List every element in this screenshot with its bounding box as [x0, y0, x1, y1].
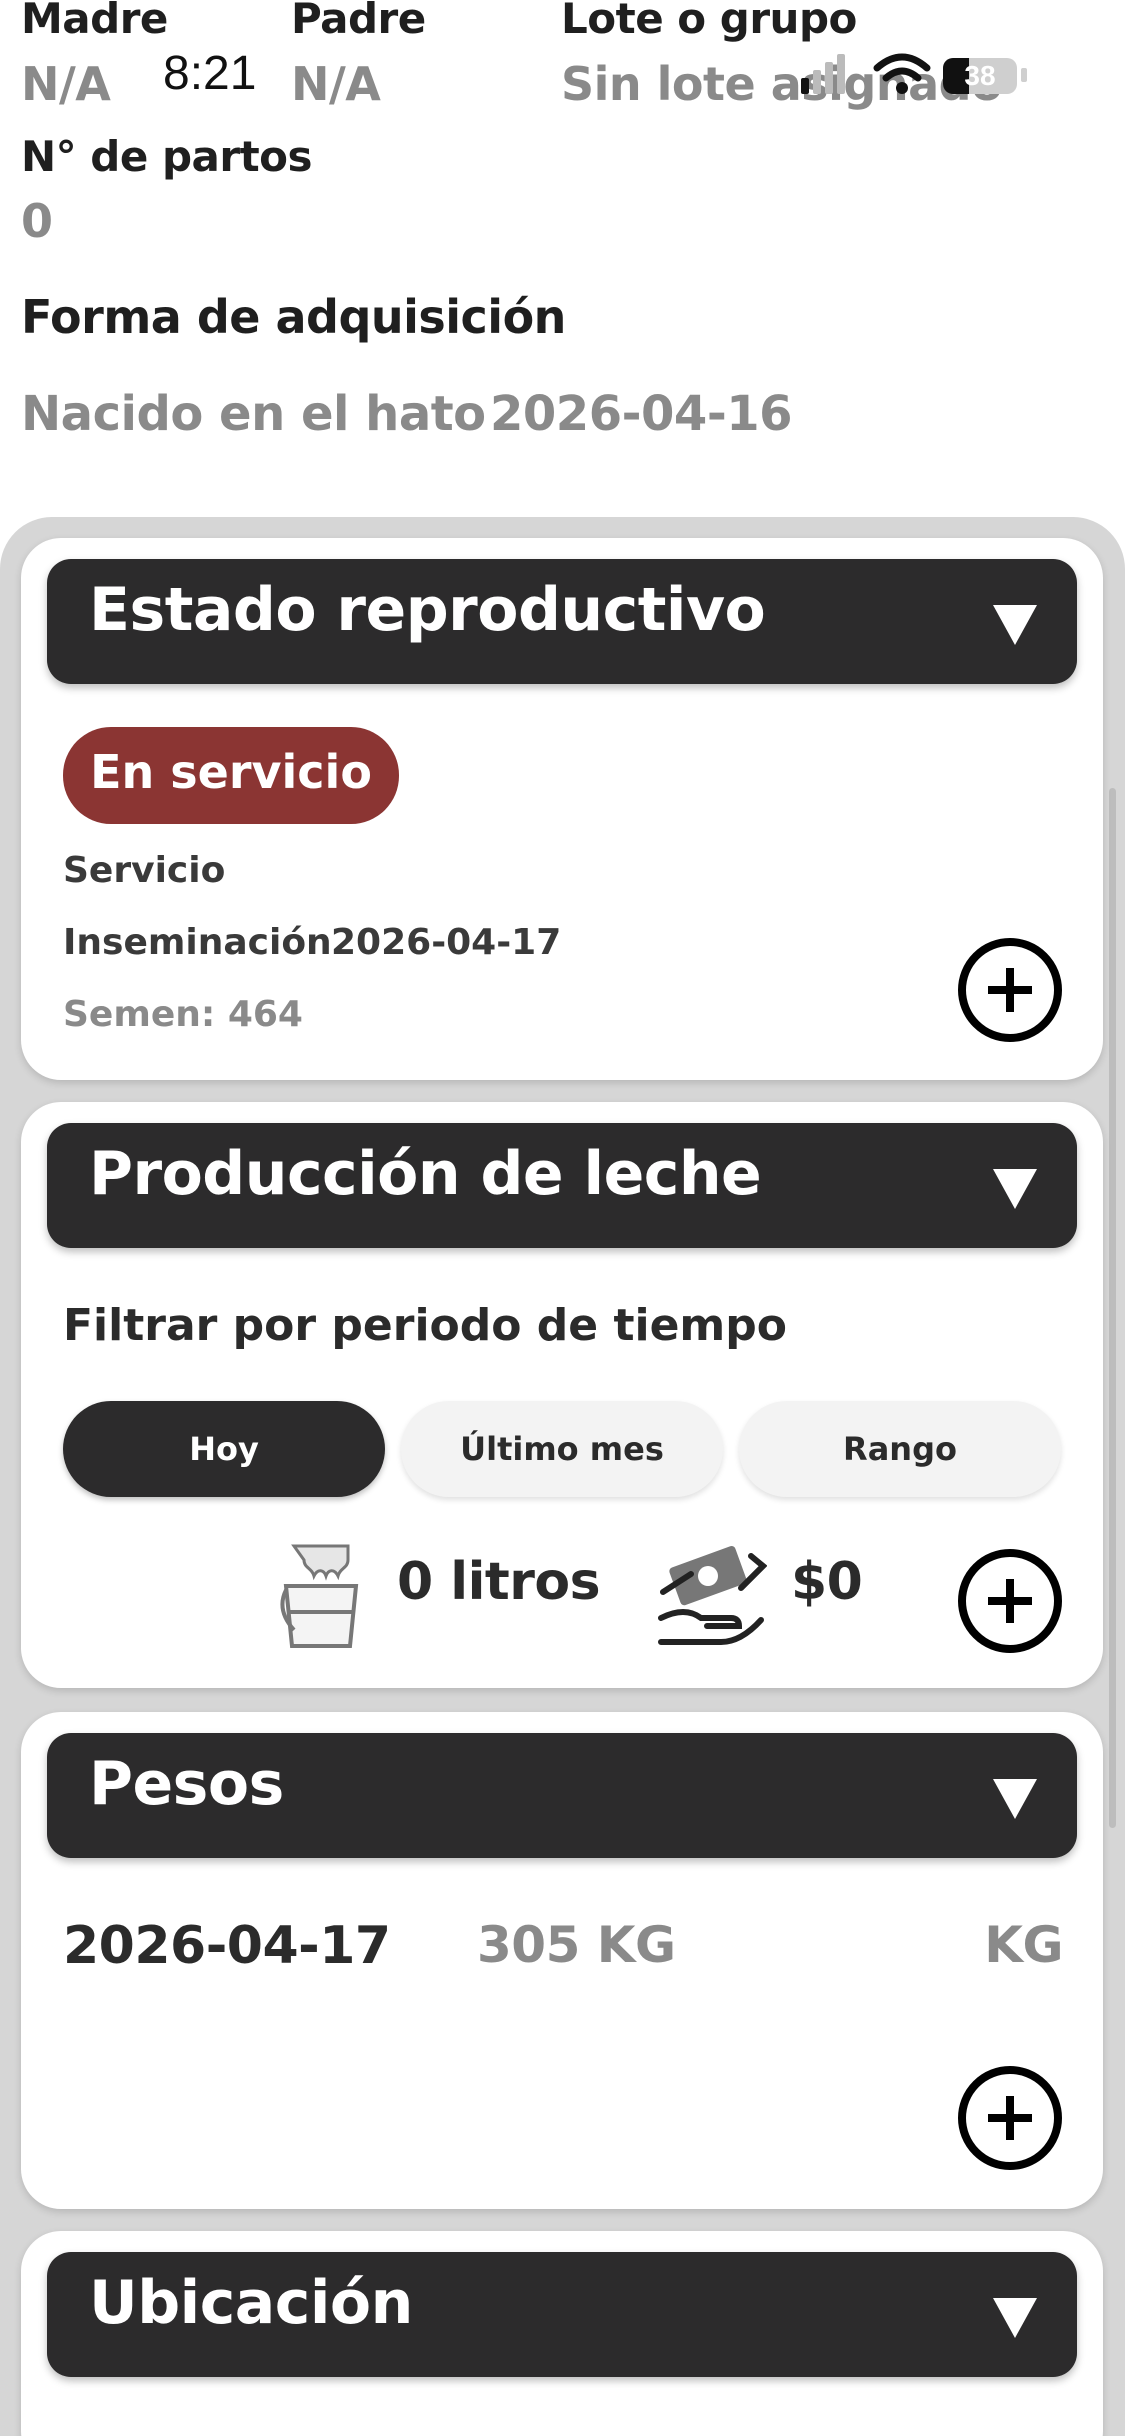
milk-money: $0: [791, 1552, 863, 1612]
milk-header[interactable]: Producción de leche: [47, 1123, 1077, 1248]
chevron-down-icon[interactable]: [993, 605, 1037, 645]
milk-card: Producción de leche Filtrar por periodo …: [21, 1102, 1103, 1688]
status-badge: En servicio: [63, 727, 399, 824]
madre-label: Madre: [21, 0, 168, 43]
chevron-down-icon[interactable]: [993, 2298, 1037, 2338]
adquisicion-value: Nacido en el hato: [21, 386, 486, 442]
add-service-button[interactable]: [958, 938, 1062, 1042]
weights-header[interactable]: Pesos: [47, 1733, 1077, 1858]
milk-bucket-icon: [280, 1544, 359, 1648]
madre-value: N/A: [21, 57, 111, 111]
battery-level: 38: [964, 60, 996, 91]
wifi-icon: [873, 53, 931, 94]
partos-value: 0: [21, 194, 53, 248]
weight-date: 2026-04-17: [63, 1916, 391, 1976]
filter-range-button[interactable]: Rango: [739, 1401, 1061, 1497]
status-icons: 38: [795, 52, 1035, 102]
add-weight-button[interactable]: [958, 2066, 1062, 2170]
reproductive-header[interactable]: Estado reproductivo: [47, 559, 1077, 684]
chevron-down-icon[interactable]: [993, 1779, 1037, 1819]
service-label: Servicio: [63, 850, 226, 891]
milk-liters: 0 litros: [397, 1552, 601, 1612]
money-hand-icon: [658, 1546, 767, 1645]
semen-text: Semen: 464: [63, 994, 303, 1035]
filter-last-month-button[interactable]: Último mes: [401, 1401, 723, 1497]
adquisicion-label: Forma de adquisición: [21, 290, 566, 344]
filter-label: Filtrar por periodo de tiempo: [63, 1300, 787, 1351]
partos-label: N° de partos: [21, 132, 313, 181]
padre-label: Padre: [291, 0, 426, 43]
adquisicion-date: 2026-04-16: [490, 386, 793, 442]
reproductive-title: Estado reproductivo: [89, 575, 766, 645]
weight-value: 305 KG: [477, 1916, 676, 1974]
padre-value: N/A: [291, 57, 381, 111]
insemination-date: 2026-04-17: [331, 922, 562, 963]
add-milk-button[interactable]: [958, 1549, 1062, 1653]
reproductive-card: Estado reproductivo En servicio Servicio…: [21, 538, 1103, 1080]
status-time: 8:21: [163, 47, 257, 100]
location-header[interactable]: Ubicación: [47, 2252, 1077, 2377]
weights-card: Pesos 2026-04-17 305 KG KG: [21, 1712, 1103, 2209]
location-card: Ubicación: [21, 2231, 1103, 2436]
insemination-label: Inseminación: [63, 922, 332, 963]
weight-unit: KG: [984, 1916, 1063, 1974]
chevron-down-icon[interactable]: [993, 1169, 1037, 1209]
scrollbar[interactable]: [1109, 788, 1116, 1828]
lote-label: Lote o grupo: [561, 0, 857, 43]
filter-today-button[interactable]: Hoy: [63, 1401, 385, 1497]
milk-title: Producción de leche: [89, 1139, 762, 1209]
battery-icon: 38: [943, 58, 1017, 94]
weights-title: Pesos: [89, 1749, 284, 1819]
location-title: Ubicación: [89, 2268, 413, 2338]
